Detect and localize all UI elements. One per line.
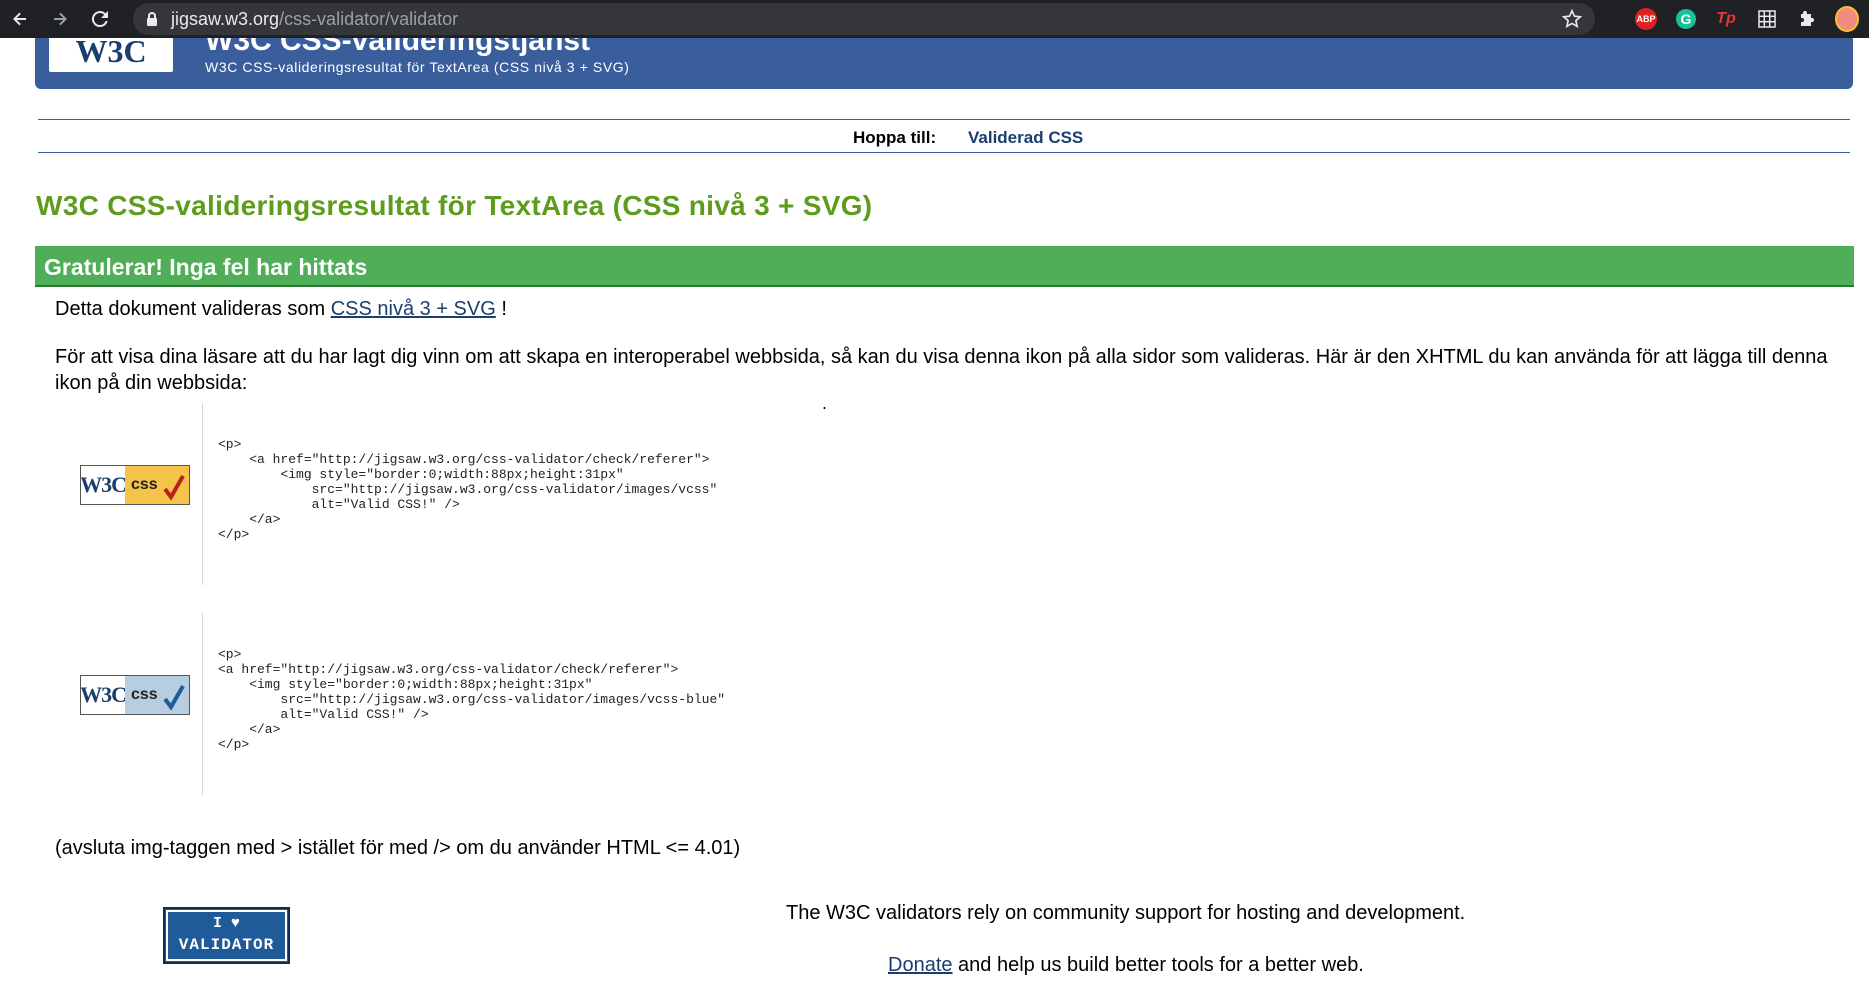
- badge-css-label: css: [131, 476, 158, 493]
- valid-css-badge-blue[interactable]: W3C css: [80, 675, 190, 715]
- grid-extension-icon[interactable]: [1755, 7, 1779, 31]
- badge-cell: W3C css: [55, 403, 203, 585]
- success-message: Gratulerar! Inga fel har hittats: [44, 254, 368, 280]
- badge-row-blue: W3C css <p> <a href="http://jigsaw.w3.or…: [55, 613, 1055, 795]
- url-path: /css-validator/validator: [279, 9, 459, 29]
- badge-cell: W3C css: [55, 613, 203, 795]
- support-text: The W3C validators rely on community sup…: [786, 902, 1466, 924]
- tp-label: Tp: [1716, 10, 1736, 27]
- reload-icon[interactable]: [88, 7, 112, 31]
- html-note: (avsluta img-taggen med > istället för m…: [55, 837, 741, 859]
- forward-icon[interactable]: [48, 7, 72, 31]
- grammarly-extension-icon[interactable]: G: [1674, 7, 1698, 31]
- intro-text: För att visa dina läsare att du har lagt…: [55, 346, 1828, 394]
- profile-avatar[interactable]: [1835, 6, 1859, 32]
- donate-rest: and help us build better tools for a bet…: [952, 954, 1364, 976]
- donate-line: Donate and help us build better tools fo…: [888, 954, 1364, 977]
- css-profile-link[interactable]: CSS nivå 3 + SVG: [331, 298, 496, 320]
- result-title: W3C CSS-valideringsresultat för TextArea…: [36, 190, 873, 221]
- url-host: jigsaw.w3.org: [171, 9, 280, 29]
- badge-css-label: css: [131, 686, 158, 703]
- checkmark-icon: [163, 685, 185, 711]
- donate-link[interactable]: Donate: [888, 954, 953, 976]
- i-love-validator-badge[interactable]: I ♥ VALIDATOR: [163, 907, 290, 964]
- back-icon[interactable]: [8, 7, 32, 31]
- banner-subtitle: W3C CSS-valideringsresultat för TextArea…: [205, 59, 630, 75]
- banner-title: W3C CSS-valideringstjänst: [205, 38, 591, 57]
- tp-extension-icon[interactable]: Tp: [1714, 7, 1738, 31]
- jump-navigation: Hoppa till: Validerad CSS: [38, 119, 1850, 153]
- lock-icon: [145, 11, 159, 32]
- badge-code-snippet[interactable]: <p> <a href="http://jigsaw.w3.org/css-va…: [218, 437, 717, 542]
- w3c-logo[interactable]: W3C: [49, 38, 173, 72]
- extensions-puzzle-icon[interactable]: [1795, 7, 1819, 31]
- adblock-label: ABP: [1635, 8, 1657, 30]
- header-banner: W3C W3C CSS-valideringstjänst W3C CSS-va…: [35, 38, 1853, 89]
- grammarly-label: G: [1676, 9, 1696, 29]
- validated-as-prefix: Detta dokument valideras som: [55, 298, 326, 320]
- bookmark-star-icon[interactable]: [1561, 8, 1583, 35]
- valid-css-badge-gold[interactable]: W3C css: [80, 465, 190, 505]
- badge-css-label-area: css: [125, 466, 189, 504]
- badge-w3c-logo: W3C: [81, 676, 127, 714]
- badge-code-snippet[interactable]: <p> <a href="http://jigsaw.w3.org/css-va…: [218, 647, 725, 752]
- adblock-extension-icon[interactable]: ABP: [1634, 7, 1658, 31]
- checkmark-icon: [163, 475, 185, 501]
- heart-label: I ♥: [212, 915, 240, 932]
- badge-css-label-area: css: [125, 676, 189, 714]
- badge-row-gold: W3C css <p> <a href="http://jigsaw.w3.or…: [55, 403, 1055, 585]
- success-banner: Gratulerar! Inga fel har hittats: [35, 246, 1854, 287]
- validated-as-suffix: !: [501, 298, 507, 320]
- jump-label: Hoppa till:: [853, 128, 937, 147]
- badge-w3c-logo: W3C: [81, 466, 127, 504]
- url-text: jigsaw.w3.org/css-validator/validator: [171, 3, 458, 35]
- address-bar[interactable]: jigsaw.w3.org/css-validator/validator: [133, 3, 1595, 35]
- jump-link-validated-css[interactable]: Validerad CSS: [968, 128, 1083, 148]
- avatar-image: [1835, 6, 1859, 32]
- validator-word: VALIDATOR: [178, 936, 275, 954]
- browser-toolbar: jigsaw.w3.org/css-validator/validator AB…: [0, 0, 1869, 38]
- validated-as-text: Detta dokument valideras som CSS nivå 3 …: [55, 298, 507, 321]
